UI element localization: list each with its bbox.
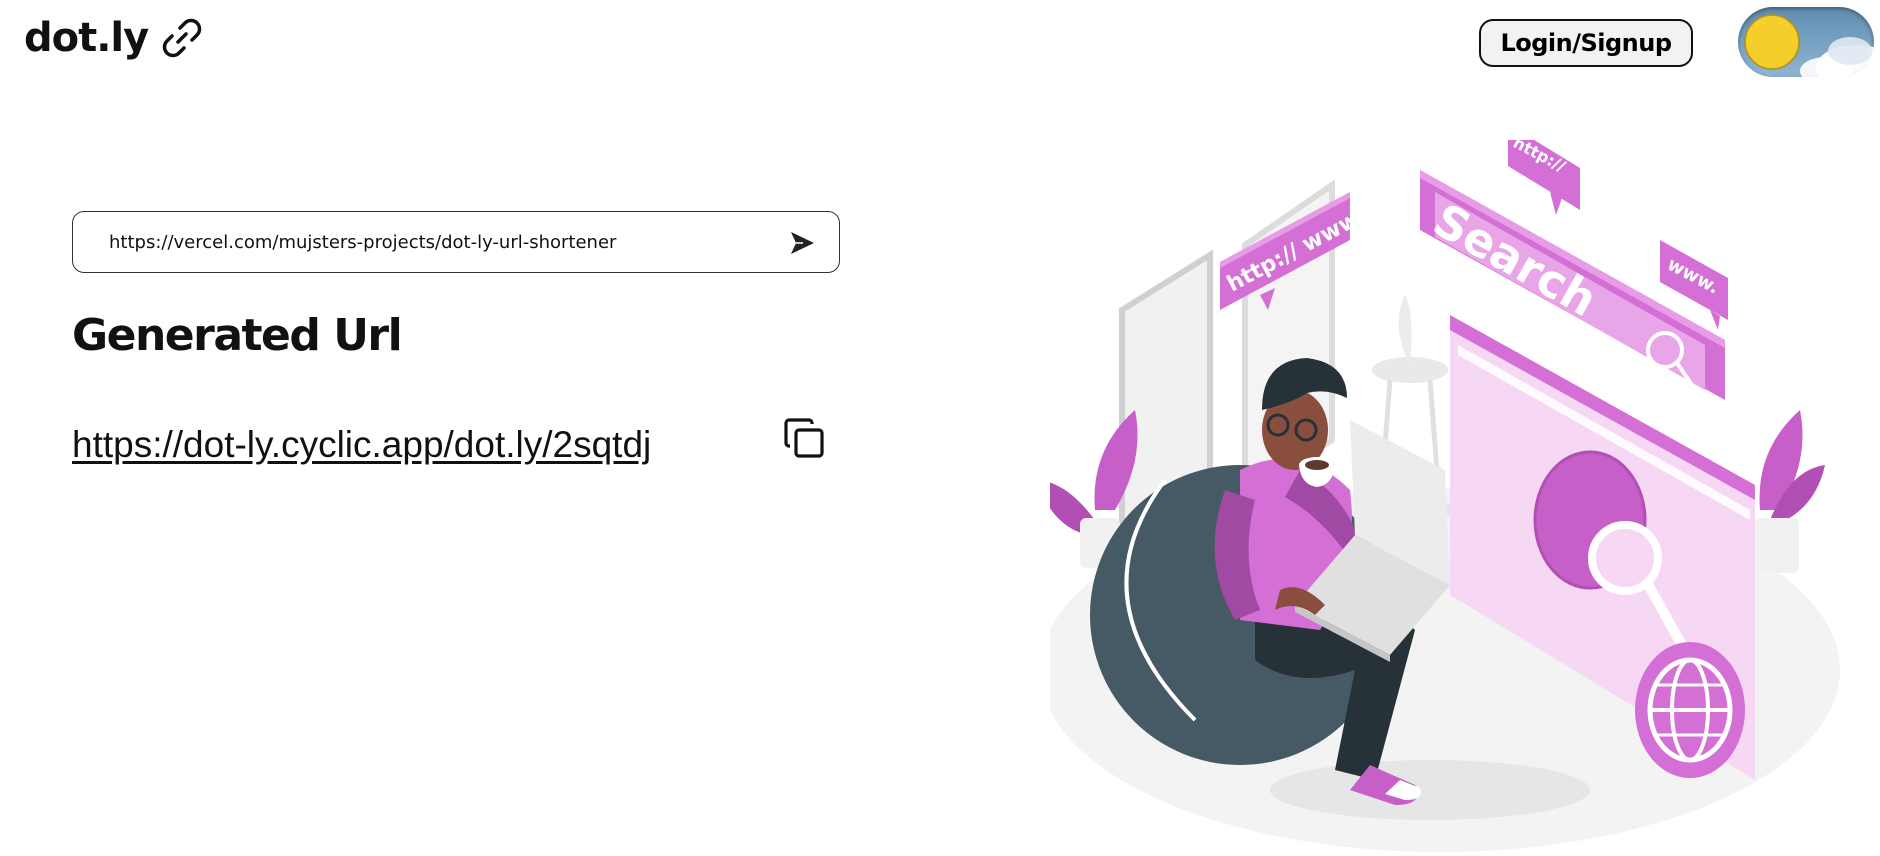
short-url-link[interactable]: https://dot-ly.cyclic.app/dot.ly/2sqtdj bbox=[72, 424, 651, 466]
url-input[interactable] bbox=[109, 212, 749, 272]
brand-logo[interactable]: dot.ly bbox=[24, 14, 206, 62]
url-form bbox=[72, 211, 840, 273]
hero-illustration: Search http:// www. http:// www. bbox=[1050, 140, 1860, 856]
copy-icon bbox=[784, 418, 824, 458]
login-signup-button[interactable]: Login/Signup bbox=[1479, 19, 1693, 67]
sun-icon bbox=[1744, 14, 1874, 77]
generated-url-heading: Generated Url bbox=[72, 310, 403, 361]
copy-button[interactable] bbox=[780, 414, 828, 462]
link-icon bbox=[163, 18, 202, 58]
brand-name: dot.ly bbox=[24, 15, 149, 61]
send-button[interactable] bbox=[787, 228, 817, 258]
page: dot.ly Login/Signup Generated Url https:… bbox=[0, 0, 1880, 856]
theme-toggle[interactable] bbox=[1738, 7, 1874, 77]
send-icon bbox=[791, 232, 814, 254]
